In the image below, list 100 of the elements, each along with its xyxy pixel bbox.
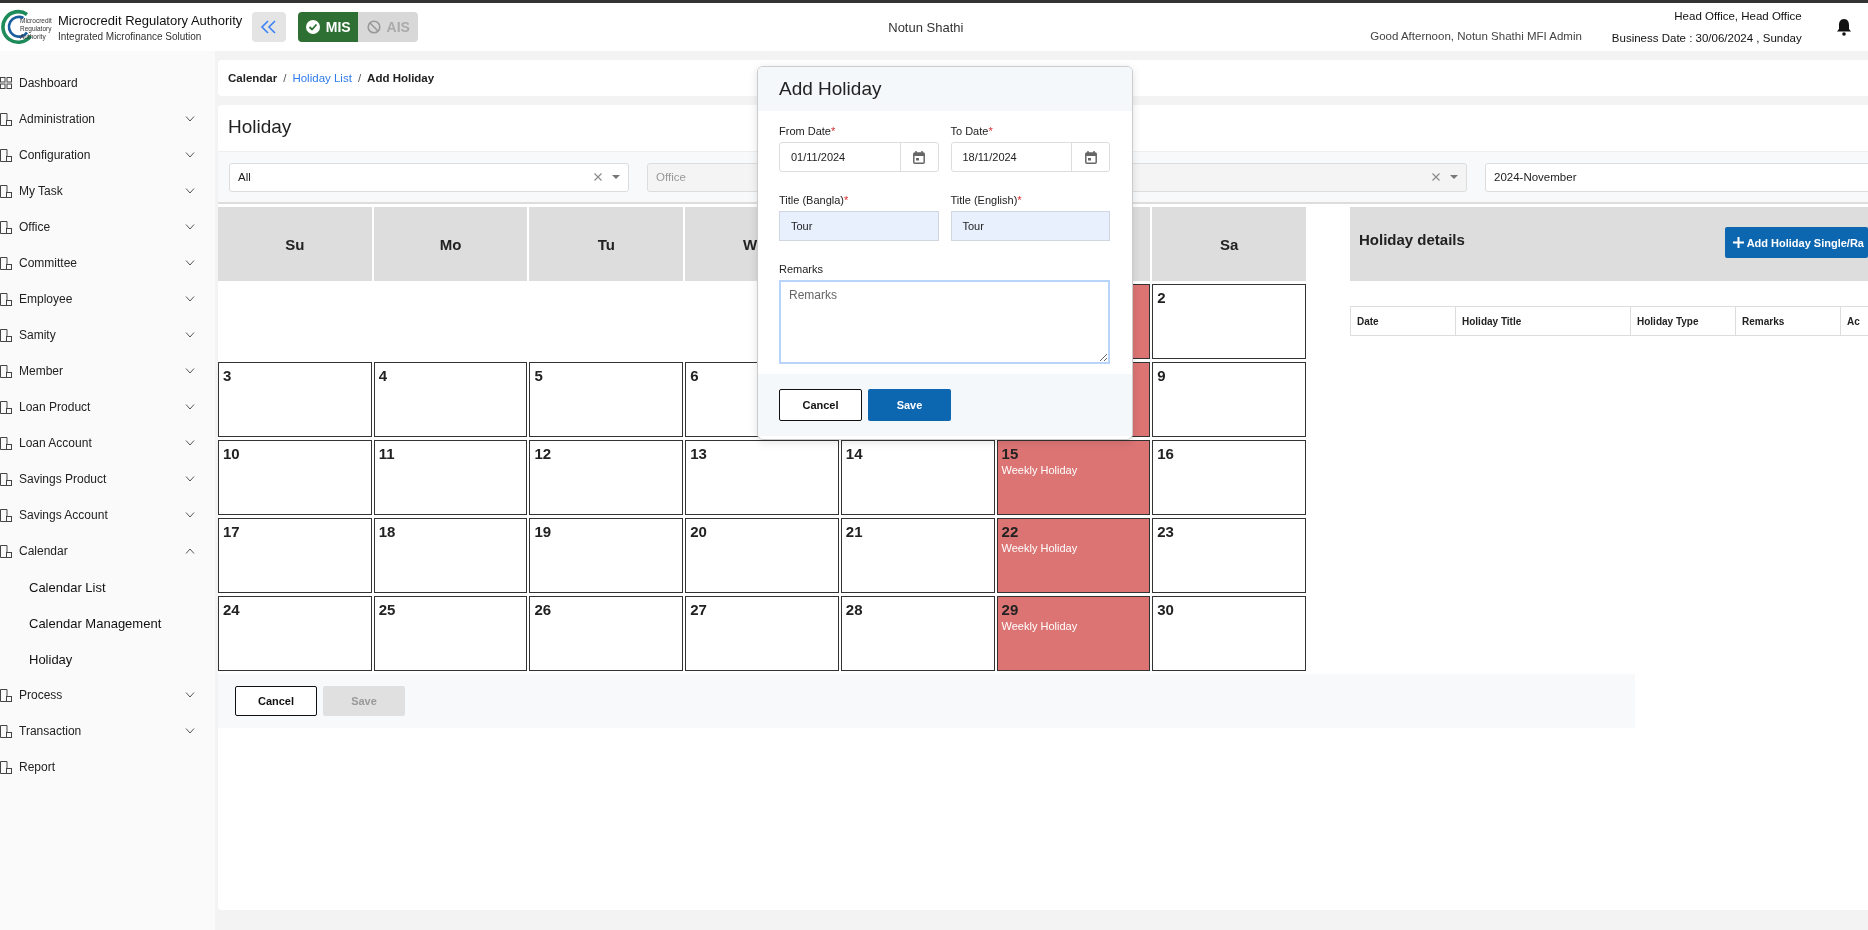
office-name: Head Office, Head Office: [1674, 10, 1802, 22]
document-icon: [0, 760, 12, 774]
day-number: 22: [1001, 523, 1020, 540]
sidebar-item[interactable]: Member: [0, 353, 215, 389]
calendar-day[interactable]: 14: [840, 440, 995, 515]
column-header: Date: [1350, 306, 1456, 336]
calendar-day[interactable]: 13: [685, 440, 839, 515]
holiday-label: Weekly Holiday: [1001, 620, 1079, 632]
calendar-day[interactable]: 25: [373, 596, 528, 671]
date-field[interactable]: 18/11/2024: [950, 142, 1110, 172]
calendar-day[interactable]: 12: [529, 440, 684, 515]
calendar-day[interactable]: 4: [373, 362, 528, 437]
sidebar-item[interactable]: Configuration: [0, 137, 215, 173]
date-field[interactable]: 01/11/2024: [779, 142, 939, 172]
organization-subtitle: Integrated Microfinance Solution: [58, 30, 203, 42]
day-number: 26: [534, 601, 553, 618]
calendar-day[interactable]: 17: [218, 518, 372, 593]
calendar-day[interactable]: 19: [529, 518, 684, 593]
field-label: Title (Bangla)*: [779, 194, 850, 206]
breadcrumb-link[interactable]: Holiday List: [292, 72, 352, 84]
greeting-text: Good Afternoon, Notun Shathi MFI Admin: [1370, 30, 1582, 42]
calendar-icon[interactable]: [913, 150, 925, 164]
calendar-day[interactable]: 2: [1152, 284, 1306, 359]
grid-icon: [0, 77, 12, 89]
calendar-icon[interactable]: [1084, 150, 1097, 164]
sidebar-subitem[interactable]: Calendar List: [0, 569, 215, 605]
text-field[interactable]: Tour: [950, 211, 1110, 241]
calendar-day[interactable]: 30: [1152, 596, 1306, 671]
day-number: 14: [845, 445, 864, 462]
select-field[interactable]: All: [229, 162, 629, 192]
document-icon: [0, 724, 12, 738]
sidebar-item[interactable]: Savings Product: [0, 461, 215, 497]
calendar-day[interactable]: 10: [218, 440, 372, 515]
calendar-day[interactable]: 15 Weekly Holiday: [996, 440, 1151, 515]
calendar-day[interactable]: 29 Weekly Holiday: [996, 596, 1151, 671]
field-label: Remarks: [779, 263, 824, 275]
sidebar-item[interactable]: Employee: [0, 281, 215, 317]
select-field[interactable]: 2024-November: [1485, 162, 1868, 192]
calendar-day[interactable]: 23: [1152, 518, 1306, 593]
breadcrumb-item: Add Holiday: [367, 72, 435, 84]
document-icon: [0, 472, 12, 486]
notification-bell-icon[interactable]: [1835, 18, 1852, 36]
blocked-icon: [366, 20, 381, 34]
calendar-day[interactable]: 28: [840, 596, 995, 671]
save-button[interactable]: Save: [868, 389, 951, 421]
holiday-label: Weekly Holiday: [1001, 464, 1079, 476]
calendar-day[interactable]: 11: [373, 440, 528, 515]
sidebar-item[interactable]: Loan Product: [0, 389, 215, 425]
day-number: 15: [1001, 445, 1020, 462]
sidebar-item[interactable]: Savings Account: [0, 497, 215, 533]
sidebar-subitem[interactable]: Calendar Management: [0, 605, 215, 641]
column-header: Remarks: [1735, 306, 1841, 336]
sidebar-item[interactable]: Committee: [0, 245, 215, 281]
document-icon: [0, 184, 12, 198]
document-icon: [0, 148, 12, 162]
calendar-day[interactable]: 27: [685, 596, 839, 671]
calendar-day[interactable]: 9: [1152, 362, 1306, 437]
sidebar-item[interactable]: Samity: [0, 317, 215, 353]
document-icon: [0, 328, 12, 342]
calendar-day[interactable]: 22 Weekly Holiday: [996, 518, 1151, 593]
sidebar-item[interactable]: My Task: [0, 173, 215, 209]
sidebar-item[interactable]: Transaction: [0, 713, 215, 749]
cancel-button[interactable]: Cancel: [235, 686, 317, 716]
day-number: 19: [534, 523, 553, 540]
sidebar-item[interactable]: Loan Account: [0, 425, 215, 461]
calendar-day[interactable]: 18: [373, 518, 528, 593]
remarks-field[interactable]: Remarks: [779, 280, 1110, 364]
day-number: 16: [1157, 445, 1175, 462]
calendar-day[interactable]: 3: [218, 362, 372, 437]
cancel-button[interactable]: Cancel: [779, 389, 862, 421]
sidebar-item[interactable]: Office: [0, 209, 215, 245]
day-number: 3: [223, 367, 233, 384]
day-number: 5: [534, 367, 544, 384]
calendar-day[interactable]: 21: [840, 518, 995, 593]
calendar-day[interactable]: 5: [529, 362, 684, 437]
add-holiday-button[interactable]: Add Holiday Single/Ra: [1724, 227, 1868, 258]
text-field[interactable]: Tour: [779, 211, 939, 241]
plus-icon: [1732, 237, 1744, 248]
sidebar-subitem[interactable]: Holiday: [0, 641, 215, 677]
weekday-header: Mo: [373, 207, 528, 281]
sidebar-item[interactable]: Dashboard: [0, 65, 215, 101]
collapse-sidebar-button[interactable]: [252, 12, 287, 42]
holiday-label: Weekly Holiday: [1001, 542, 1079, 554]
breadcrumb-separator: /: [357, 72, 362, 84]
calendar-day[interactable]: 16: [1152, 440, 1306, 515]
clear-icon[interactable]: [594, 173, 602, 181]
check-circle-icon: [305, 20, 320, 34]
sidebar-item[interactable]: Report: [0, 749, 215, 785]
sidebar-item[interactable]: Process: [0, 677, 215, 713]
weekday-header: Su: [218, 207, 372, 281]
sidebar-item[interactable]: Administration: [0, 101, 215, 137]
clear-icon[interactable]: [1432, 173, 1440, 181]
field-label: From Date*: [779, 125, 837, 137]
calendar-day[interactable]: 26: [529, 596, 684, 671]
calendar-day[interactable]: 24: [218, 596, 372, 671]
dialog-title: Add Holiday: [779, 78, 882, 100]
day-number: 29: [1001, 601, 1020, 618]
module-toggle[interactable]: MIS: [298, 12, 359, 42]
calendar-day[interactable]: 20: [685, 518, 839, 593]
sidebar-item[interactable]: Calendar: [0, 533, 215, 569]
